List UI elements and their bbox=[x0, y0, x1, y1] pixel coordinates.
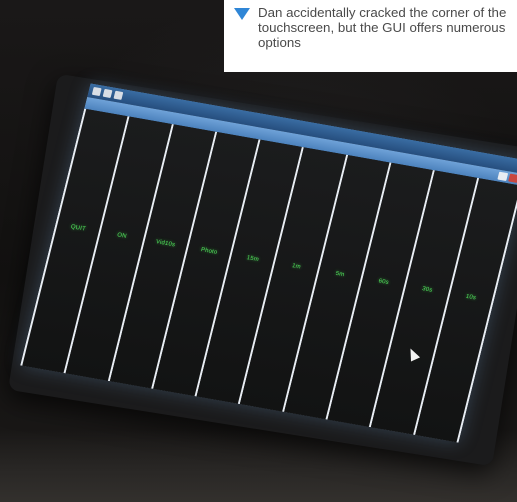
close-icon[interactable] bbox=[508, 173, 517, 183]
button-label: QUIT bbox=[69, 224, 87, 233]
file-manager-icon[interactable] bbox=[102, 88, 113, 99]
button-label: 10s bbox=[464, 293, 477, 302]
button-label: Photo bbox=[200, 247, 218, 256]
menu-icon[interactable] bbox=[91, 86, 102, 97]
button-label: 30s bbox=[421, 286, 433, 294]
button-label: ON bbox=[116, 232, 128, 240]
terminal-icon[interactable] bbox=[113, 90, 124, 100]
button-label: 15m bbox=[245, 255, 260, 264]
caption-text: Dan accidentally cracked the corner of t… bbox=[258, 5, 507, 50]
button-label: 5m bbox=[334, 271, 345, 279]
maximize-icon[interactable] bbox=[497, 171, 509, 181]
caption-arrow-icon bbox=[234, 8, 250, 20]
photo-caption: Dan accidentally cracked the corner of t… bbox=[224, 0, 517, 72]
button-label: 1m bbox=[291, 263, 302, 271]
button-label: 60s bbox=[377, 278, 390, 287]
button-label: Vid10s bbox=[155, 239, 176, 249]
